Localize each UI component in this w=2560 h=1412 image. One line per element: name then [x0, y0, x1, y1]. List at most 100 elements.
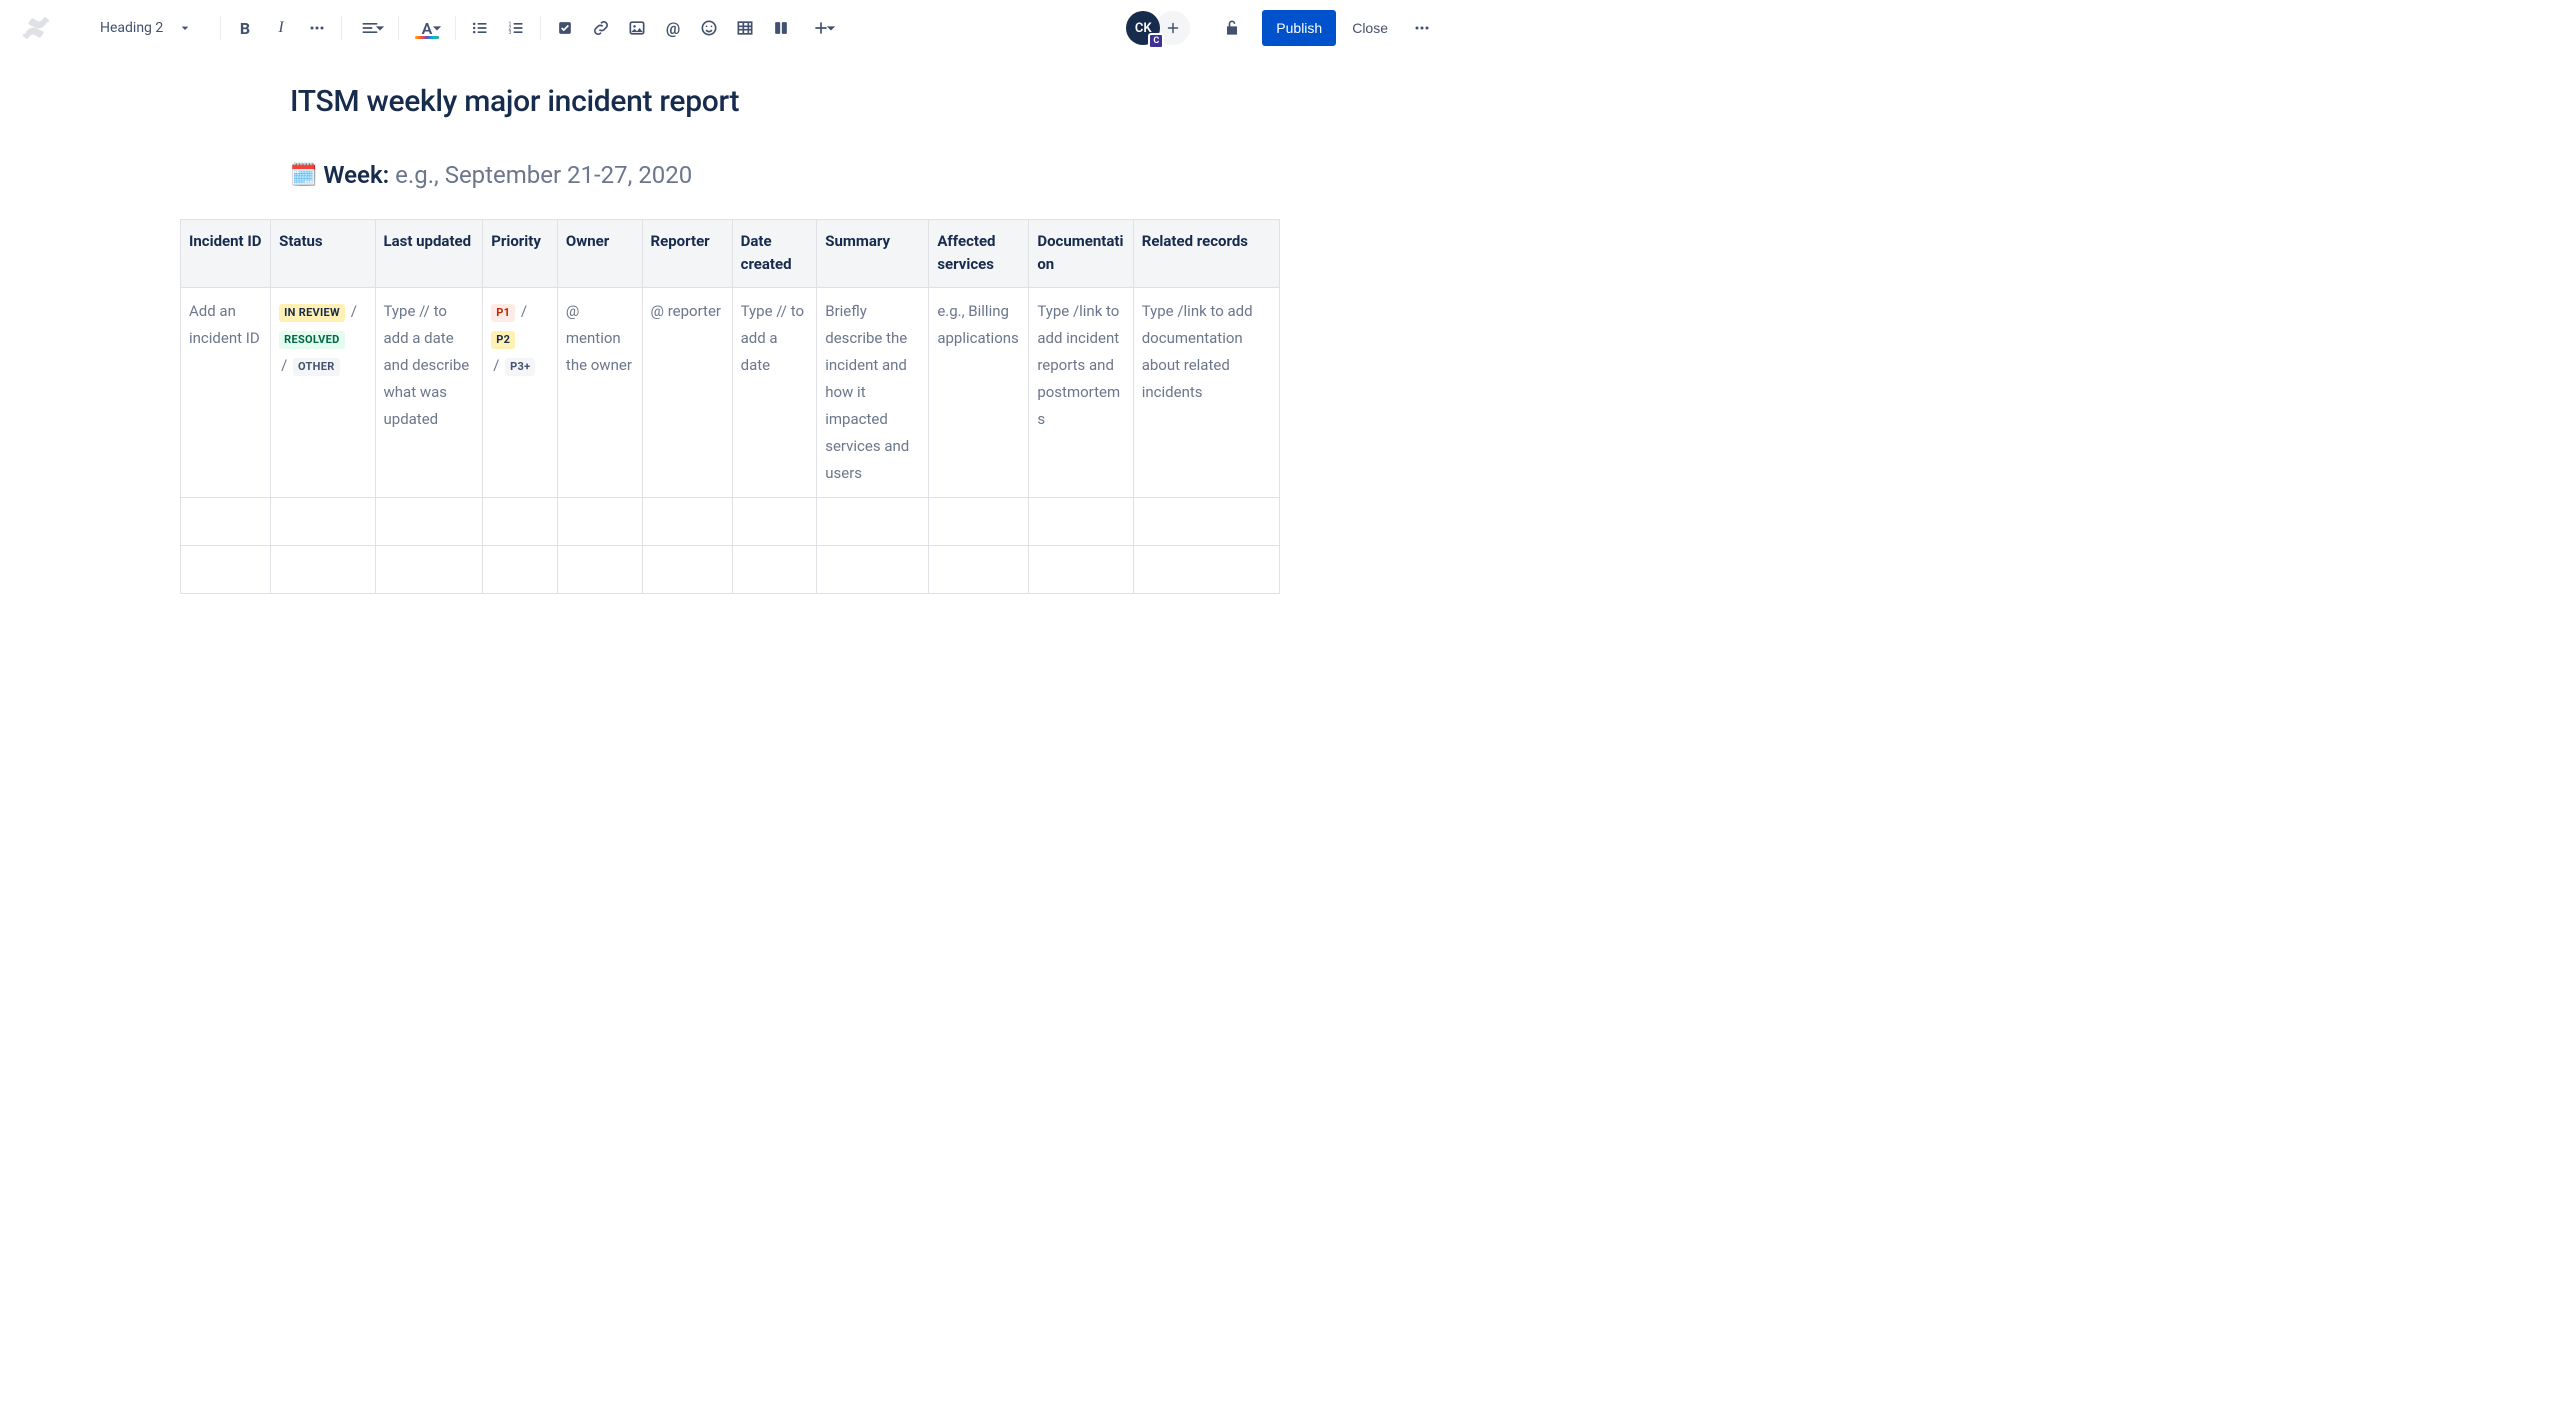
- collaborator-avatars: CK C: [1126, 11, 1190, 45]
- cell-empty[interactable]: [1029, 497, 1133, 545]
- avatar[interactable]: CK C: [1126, 11, 1160, 45]
- cell-empty[interactable]: [929, 497, 1029, 545]
- col-reporter[interactable]: Reporter: [642, 220, 732, 288]
- toolbar-divider: [540, 16, 541, 40]
- text-style-dropdown[interactable]: Heading 2: [92, 12, 212, 44]
- italic-button[interactable]: I: [265, 12, 297, 44]
- col-date-created[interactable]: Date created: [732, 220, 817, 288]
- emoji-button[interactable]: [693, 12, 725, 44]
- cell-empty[interactable]: [929, 545, 1029, 593]
- chevron-down-icon: [821, 18, 841, 38]
- cell-empty[interactable]: [375, 545, 483, 593]
- text-color-dropdown[interactable]: A: [407, 12, 447, 44]
- col-related[interactable]: Related records: [1133, 220, 1279, 288]
- col-incident-id[interactable]: Incident ID: [181, 220, 271, 288]
- link-button[interactable]: [585, 12, 617, 44]
- alignment-dropdown[interactable]: [350, 12, 390, 44]
- table-row[interactable]: [181, 545, 1280, 593]
- cell-incident-id[interactable]: Add an incident ID: [181, 287, 271, 497]
- dots-horizontal-icon: [307, 18, 327, 38]
- cell-empty[interactable]: [271, 545, 375, 593]
- layout-icon: [771, 18, 791, 38]
- col-status[interactable]: Status: [271, 220, 375, 288]
- cell-status[interactable]: IN REVIEW / RESOLVED / OTHER: [271, 287, 375, 497]
- mention-button[interactable]: @: [657, 12, 689, 44]
- status-badge-resolved[interactable]: RESOLVED: [279, 331, 344, 349]
- close-button[interactable]: Close: [1340, 10, 1400, 46]
- cell-empty[interactable]: [817, 497, 929, 545]
- confluence-logo-icon: [20, 12, 52, 44]
- numbered-list-icon: 123: [506, 18, 526, 38]
- priority-badge-p2[interactable]: P2: [491, 331, 515, 349]
- cell-empty[interactable]: [1133, 545, 1279, 593]
- action-item-button[interactable]: [549, 12, 581, 44]
- table-row[interactable]: Add an incident ID IN REVIEW / RESOLVED …: [181, 287, 1280, 497]
- chevron-down-icon: [427, 18, 447, 38]
- cell-empty[interactable]: [642, 497, 732, 545]
- col-last-updated[interactable]: Last updated: [375, 220, 483, 288]
- cell-summary[interactable]: Briefly describe the incident and how it…: [817, 287, 929, 497]
- image-button[interactable]: [621, 12, 653, 44]
- bullet-list-button[interactable]: [464, 12, 496, 44]
- priority-badge-p1[interactable]: P1: [491, 304, 515, 322]
- col-documentation[interactable]: Documentation: [1029, 220, 1133, 288]
- cell-empty[interactable]: [642, 545, 732, 593]
- week-label: Week:: [323, 161, 389, 189]
- table-row[interactable]: [181, 497, 1280, 545]
- page-content: ITSM weekly major incident report 🗓️ Wee…: [0, 56, 1460, 594]
- status-badge-in-review[interactable]: IN REVIEW: [279, 304, 345, 322]
- plus-icon: [1164, 19, 1182, 37]
- cell-related[interactable]: Type /link to add documentation about re…: [1133, 287, 1279, 497]
- table-button[interactable]: [729, 12, 761, 44]
- cell-affected[interactable]: e.g., Billing applications: [929, 287, 1029, 497]
- cell-empty[interactable]: [1029, 545, 1133, 593]
- chevron-down-icon: [370, 18, 390, 38]
- cell-empty[interactable]: [557, 545, 642, 593]
- col-owner[interactable]: Owner: [557, 220, 642, 288]
- layout-button[interactable]: [765, 12, 797, 44]
- cell-priority[interactable]: P1 / P2 / P3+: [483, 287, 558, 497]
- col-summary[interactable]: Summary: [817, 220, 929, 288]
- restrictions-button[interactable]: [1214, 10, 1250, 46]
- week-heading[interactable]: 🗓️ Week: e.g., September 21-27, 2020: [290, 161, 1280, 189]
- cell-empty[interactable]: [375, 497, 483, 545]
- checkbox-icon: [555, 18, 575, 38]
- col-priority[interactable]: Priority: [483, 220, 558, 288]
- incident-table[interactable]: Incident ID Status Last updated Priority…: [180, 219, 1280, 594]
- cell-owner[interactable]: @ mention the owner: [557, 287, 642, 497]
- emoji-icon: [699, 18, 719, 38]
- toolbar-divider: [220, 16, 221, 40]
- insert-dropdown[interactable]: [801, 12, 841, 44]
- page-title[interactable]: ITSM weekly major incident report: [290, 84, 1280, 119]
- cell-reporter[interactable]: @ reporter: [642, 287, 732, 497]
- cell-empty[interactable]: [557, 497, 642, 545]
- chevron-down-icon: [177, 20, 193, 36]
- cell-empty[interactable]: [732, 545, 817, 593]
- more-formatting-button[interactable]: [301, 12, 333, 44]
- avatar-badge: C: [1148, 33, 1164, 49]
- cell-empty[interactable]: [1133, 497, 1279, 545]
- publish-button[interactable]: Publish: [1262, 10, 1336, 46]
- cell-empty[interactable]: [732, 497, 817, 545]
- cell-empty[interactable]: [483, 545, 558, 593]
- link-icon: [591, 18, 611, 38]
- image-icon: [627, 18, 647, 38]
- col-affected[interactable]: Affected services: [929, 220, 1029, 288]
- unlock-icon: [1222, 18, 1242, 38]
- cell-empty[interactable]: [271, 497, 375, 545]
- bullet-list-icon: [470, 18, 490, 38]
- cell-date-created[interactable]: Type // to add a date: [732, 287, 817, 497]
- priority-badge-p3[interactable]: P3+: [505, 358, 535, 376]
- numbered-list-button[interactable]: 123: [500, 12, 532, 44]
- cell-documentation[interactable]: Type /link to add incident reports and p…: [1029, 287, 1133, 497]
- cell-empty[interactable]: [483, 497, 558, 545]
- page-more-button[interactable]: [1404, 10, 1440, 46]
- bold-button[interactable]: B: [229, 12, 261, 44]
- toolbar-divider: [341, 16, 342, 40]
- cell-empty[interactable]: [181, 545, 271, 593]
- cell-last-updated[interactable]: Type // to add a date and describe what …: [375, 287, 483, 497]
- status-badge-other[interactable]: OTHER: [293, 358, 340, 376]
- cell-empty[interactable]: [181, 497, 271, 545]
- cell-empty[interactable]: [817, 545, 929, 593]
- text-style-label: Heading 2: [100, 20, 163, 36]
